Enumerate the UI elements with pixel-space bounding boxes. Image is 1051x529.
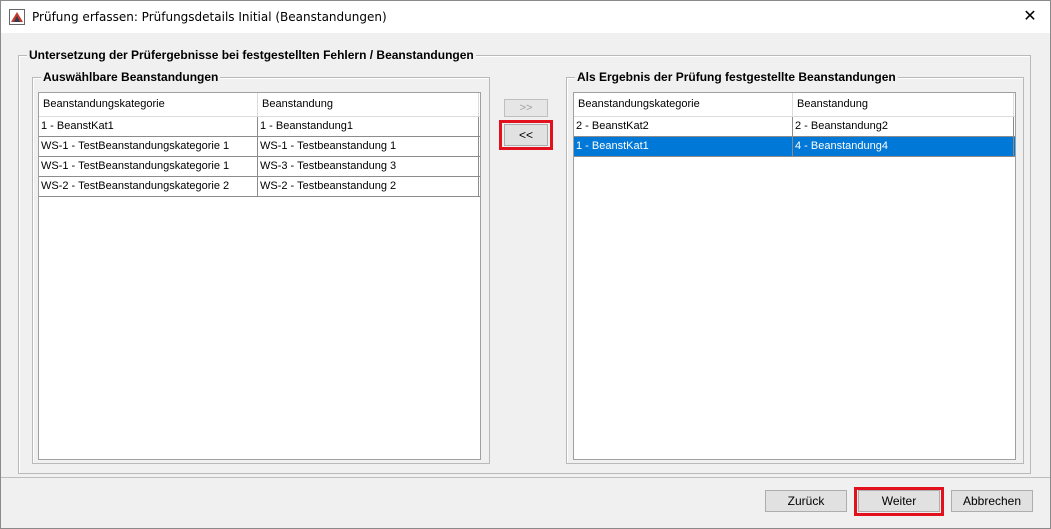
dialog-window: Prüfung erfassen: Prüfungsdetails Initia… — [0, 0, 1051, 529]
table-header: Beanstandungskategorie Beanstandung — [39, 93, 480, 117]
title-bar: Prüfung erfassen: Prüfungsdetails Initia… — [1, 1, 1050, 33]
right-panel-title: Als Ergebnis der Prüfung festgestellte B… — [575, 70, 898, 84]
result-table[interactable]: Beanstandungskategorie Beanstandung 2 - … — [573, 92, 1016, 460]
cell-category: WS-2 - TestBeanstandungskategorie 2 — [39, 177, 258, 196]
cell-issue: 1 - Beanstandung1 — [258, 117, 479, 136]
footer-divider — [1, 477, 1050, 478]
cell-issue: WS-1 - Testbeanstandung 1 — [258, 137, 479, 156]
cell-issue: 2 - Beanstandung2 — [793, 117, 1014, 136]
app-icon — [9, 9, 25, 25]
remove-button[interactable]: << — [504, 124, 548, 146]
table-header: Beanstandungskategorie Beanstandung — [574, 93, 1015, 117]
table-row[interactable]: 1 - BeanstKat1 1 - Beanstandung1 — [39, 117, 480, 137]
cell-issue: 4 - Beanstandung4 — [793, 137, 1014, 156]
close-icon[interactable]: ✕ — [1016, 5, 1044, 27]
column-header-issue[interactable]: Beanstandung — [258, 93, 479, 116]
add-button[interactable]: >> — [504, 99, 548, 117]
available-table[interactable]: Beanstandungskategorie Beanstandung 1 - … — [38, 92, 481, 460]
cell-category: 1 - BeanstKat1 — [574, 137, 793, 156]
cell-category: WS-1 - TestBeanstandungskategorie 1 — [39, 137, 258, 156]
next-button[interactable]: Weiter — [858, 490, 940, 512]
cell-category: 2 - BeanstKat2 — [574, 117, 793, 136]
column-header-issue[interactable]: Beanstandung — [793, 93, 1014, 116]
left-panel-title: Auswählbare Beanstandungen — [41, 70, 221, 84]
cell-category: WS-1 - TestBeanstandungskategorie 1 — [39, 157, 258, 176]
outer-group-title: Untersetzung der Prüfergebnisse bei fest… — [27, 48, 476, 62]
table-row[interactable]: 1 - BeanstKat1 4 - Beanstandung4 — [574, 137, 1015, 157]
cell-issue: WS-2 - Testbeanstandung 2 — [258, 177, 479, 196]
table-row[interactable]: 2 - BeanstKat2 2 - Beanstandung2 — [574, 117, 1015, 137]
cancel-button[interactable]: Abbrechen — [951, 490, 1033, 512]
table-row[interactable]: WS-1 - TestBeanstandungskategorie 1 WS-3 … — [39, 157, 480, 177]
table-row[interactable]: WS-1 - TestBeanstandungskategorie 1 WS-1 … — [39, 137, 480, 157]
table-row[interactable]: WS-2 - TestBeanstandungskategorie 2 WS-2 … — [39, 177, 480, 197]
window-title: Prüfung erfassen: Prüfungsdetails Initia… — [32, 10, 387, 24]
back-button[interactable]: Zurück — [765, 490, 847, 512]
cell-category: 1 - BeanstKat1 — [39, 117, 258, 136]
cell-issue: WS-3 - Testbeanstandung 3 — [258, 157, 479, 176]
column-header-category[interactable]: Beanstandungskategorie — [574, 93, 793, 116]
column-header-category[interactable]: Beanstandungskategorie — [39, 93, 258, 116]
